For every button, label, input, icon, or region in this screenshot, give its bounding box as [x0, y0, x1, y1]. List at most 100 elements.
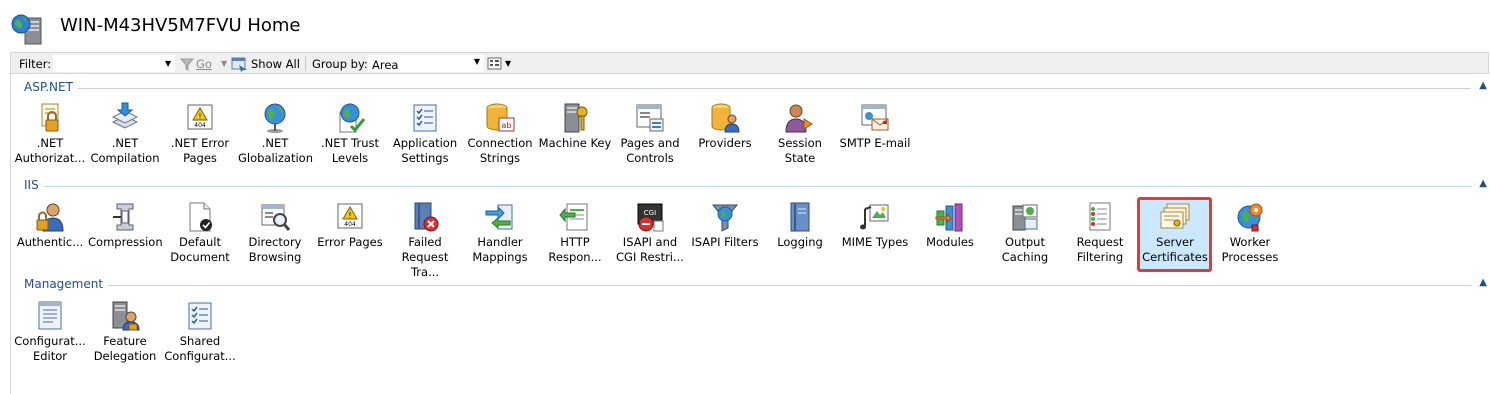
worker-process-icon [1237, 203, 1263, 232]
view-mode-button[interactable]: ▼ [487, 55, 515, 73]
feature-handler-mappings[interactable]: Handler Mappings [463, 199, 537, 275]
email-icon [861, 104, 889, 131]
feature-label-line1: Authentic... [16, 235, 84, 249]
feature-net-error-pages[interactable]: ! 404 .NET Error Pages [163, 100, 237, 176]
feature-label-line1: ISAPI and [622, 235, 678, 249]
chevron-up-icon[interactable]: ▲ [1479, 277, 1487, 288]
feature-output-caching[interactable]: Output Caching [988, 199, 1062, 275]
shared-config-icon [188, 302, 212, 330]
checklist-icon [413, 104, 437, 132]
feature-providers[interactable]: Providers [688, 100, 762, 176]
feature-label-line2: Respon... [548, 250, 602, 264]
feature-server-certificates[interactable]: Server Certificates [1137, 197, 1212, 275]
group-by-label: Group by: [312, 57, 368, 71]
group-header-aspnet[interactable]: ASP.NET ▲ [24, 80, 1489, 98]
feature-authentication[interactable]: Authentic... [13, 199, 87, 275]
svg-text:CGI: CGI [644, 209, 656, 217]
filter-dropdown-icon[interactable]: ▼ [165, 59, 171, 68]
go-label: Go [196, 57, 212, 71]
feature-failed-request-tracing[interactable]: Failed Request Tra... [388, 199, 462, 279]
feature-label-line1: ISAPI Filters [691, 235, 759, 249]
features-view: ASP.NET ▲ .NET Authorizat... .NET Compilat… [10, 74, 1489, 394]
feature-feature-delegation[interactable]: Feature Delegation [88, 298, 162, 374]
feature-logging[interactable]: Logging [763, 199, 837, 275]
feature-label-line1: Default [178, 235, 222, 249]
feature-net-compilation[interactable]: .NET Compilation [88, 100, 162, 176]
svg-text:404: 404 [344, 221, 356, 228]
feature-machine-key[interactable]: Machine Key [538, 100, 612, 176]
show-all-label: Show All [251, 57, 300, 71]
feature-configuration-editor[interactable]: Configurat... Editor [13, 298, 87, 374]
feature-worker-processes[interactable]: Worker Processes [1213, 199, 1287, 275]
stack-arrow-icon [111, 102, 139, 129]
feature-error-pages[interactable]: ! 404 Error Pages [313, 199, 387, 275]
feature-shared-configuration[interactable]: Shared Configurat... [163, 298, 237, 374]
feature-isapi-filters[interactable]: ISAPI Filters [688, 199, 762, 275]
chevron-up-icon[interactable]: ▲ [1479, 80, 1487, 91]
feature-label-line2: Document [170, 250, 230, 264]
view-dropdown-icon: ▼ [505, 59, 512, 68]
feature-net-authorization[interactable]: .NET Authorizat... [13, 100, 87, 176]
lock-document-icon [41, 103, 59, 132]
svg-text:!: ! [348, 211, 351, 220]
feature-net-globalization[interactable]: .NET Globalization [238, 100, 313, 176]
feature-label-line2: CGI Restri... [616, 250, 684, 264]
feature-label-line1: Server [1156, 235, 1194, 249]
server-key-icon [564, 103, 588, 133]
filter-globe-icon [711, 204, 739, 232]
feature-request-filtering[interactable]: Request Filtering [1063, 199, 1137, 275]
feature-label-line1: .NET Error [170, 136, 230, 150]
page-controls-icon [636, 104, 664, 132]
feature-session-state[interactable]: Session State [763, 100, 837, 176]
feature-default-document[interactable]: Default Document [163, 199, 237, 275]
feature-label-line2: Configurat... [164, 349, 236, 363]
feature-label-line1: .NET [261, 136, 289, 150]
feature-label-line1: .NET [111, 136, 139, 150]
feature-label-line2: Filtering [1076, 250, 1124, 264]
user-session-icon [785, 104, 813, 133]
feature-label-line1: Session State [778, 136, 822, 165]
group-header-iis[interactable]: IIS ▲ [24, 178, 1489, 196]
group-by-select[interactable]: Area ▼ [368, 55, 484, 72]
feature-label-line1: Shared [179, 334, 221, 348]
database-users-icon [711, 103, 740, 133]
chevron-up-icon[interactable]: ▲ [1479, 178, 1487, 189]
modules-icon [935, 203, 963, 232]
funnel-icon [179, 58, 195, 71]
feature-label-line1: Application [392, 136, 458, 150]
chevron-down-icon: ▼ [473, 57, 480, 66]
show-all-button[interactable]: Show All [231, 55, 311, 73]
feature-label-line1: HTTP [560, 235, 590, 249]
feature-label-line1: Failed [408, 235, 442, 249]
config-editor-icon [38, 301, 62, 330]
feature-smtp-email[interactable]: SMTP E-mail [838, 100, 912, 176]
group-header-management[interactable]: Management ▲ [24, 277, 1489, 295]
server-globe-icon [11, 14, 42, 45]
feature-http-response-headers[interactable]: HTTP Respon... [538, 199, 612, 275]
clamp-icon [113, 203, 134, 231]
feature-pages-and-controls[interactable]: Pages and Controls [613, 100, 687, 176]
group-title: ASP.NET [24, 80, 78, 94]
feature-directory-browsing[interactable]: Directory Browsing [238, 199, 312, 275]
feature-compression[interactable]: Compression [88, 199, 163, 275]
group-divider [24, 285, 1471, 286]
feature-modules[interactable]: Modules [913, 199, 987, 275]
feature-connection-strings[interactable]: ab Connection Strings [463, 100, 537, 176]
feature-net-trust-levels[interactable]: .NET Trust Levels [313, 100, 387, 176]
group-title: Management [24, 277, 109, 291]
feature-label-line1: Modules [926, 235, 974, 249]
feature-label-line1: Worker [1229, 235, 1271, 249]
feature-label-line1: Output [1005, 235, 1045, 249]
view-list-icon [487, 57, 502, 70]
go-dropdown-icon[interactable]: ▼ [221, 59, 227, 68]
feature-isapi-cgi-restrictions[interactable]: CGI ISAPI and CGI Restri... [613, 199, 687, 275]
filter-label: Filter: [19, 57, 52, 71]
filter-input[interactable] [53, 55, 175, 72]
feature-label-line2: Certificates [1142, 250, 1208, 264]
response-arrow-icon [559, 203, 588, 231]
svg-text:404: 404 [194, 122, 206, 129]
page-title: WIN-M43HV5M7FVU Home [60, 15, 301, 36]
cache-server-icon [1012, 204, 1038, 231]
feature-application-settings[interactable]: Application Settings [388, 100, 462, 176]
feature-mime-types[interactable]: MIME Types [838, 199, 912, 275]
